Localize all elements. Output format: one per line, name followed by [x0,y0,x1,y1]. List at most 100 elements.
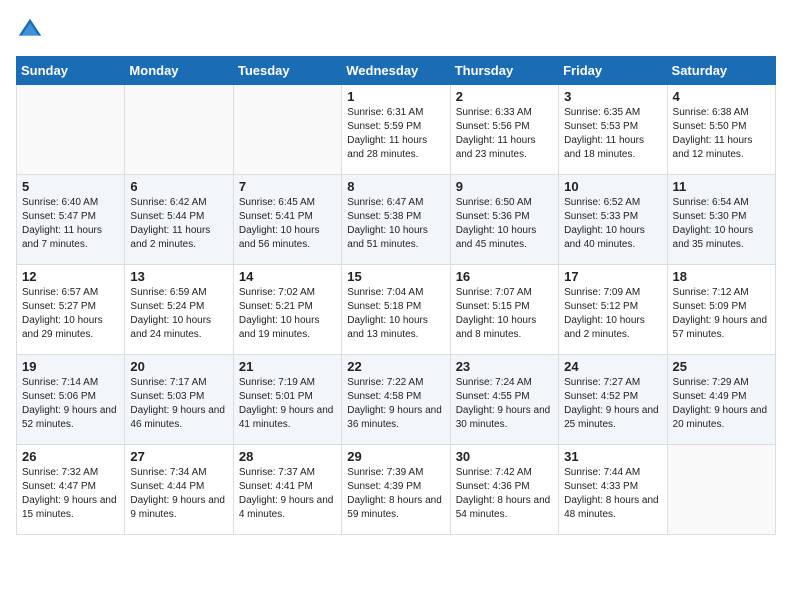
day-number: 3 [564,89,661,104]
calendar-cell: 27 Sunrise: 7:34 AM Sunset: 4:44 PM Dayli… [125,445,233,535]
day-info: Sunrise: 7:29 AM Sunset: 4:49 PM Dayligh… [673,376,770,432]
calendar-cell: 19 Sunrise: 7:14 AM Sunset: 5:06 PM Dayli… [17,355,125,445]
day-info: Sunrise: 6:38 AM Sunset: 5:50 PM Dayligh… [673,106,770,162]
calendar-cell: 21Sunrise: 7:19 AM Sunset: 5:01 PM Dayli… [233,355,341,445]
calendar-week-row: 1 Sunrise: 6:31 AM Sunset: 5:59 PM Daylig… [17,85,776,175]
day-number: 18 [673,269,770,284]
day-of-week-header: Friday [559,57,667,85]
day-number: 11 [673,179,770,194]
day-info: Sunrise: 6:40 AM Sunset: 5:47 PM Dayligh… [22,196,119,252]
calendar-cell: 23 Sunrise: 7:24 AM Sunset: 4:55 PM Dayli… [450,355,558,445]
day-number: 2 [456,89,553,104]
day-number: 15 [347,269,444,284]
day-info: Sunrise: 7:22 AM Sunset: 4:58 PM Dayligh… [347,376,444,432]
calendar-week-row: 26 Sunrise: 7:32 AM Sunset: 4:47 PM Dayli… [17,445,776,535]
day-number: 6 [130,179,227,194]
day-info: Sunrise: 7:32 AM Sunset: 4:47 PM Dayligh… [22,466,119,522]
day-number: 28 [239,449,336,464]
calendar-cell: 28 Sunrise: 7:37 AM Sunset: 4:41 PM Dayli… [233,445,341,535]
day-info: Sunrise: 7:24 AM Sunset: 4:55 PM Dayligh… [456,376,553,432]
day-number: 27 [130,449,227,464]
day-info: Sunrise: 6:59 AM Sunset: 5:24 PM Dayligh… [130,286,227,342]
calendar-cell: 7Sunrise: 6:45 AM Sunset: 5:41 PM Daylig… [233,175,341,265]
calendar-cell: 1 Sunrise: 6:31 AM Sunset: 5:59 PM Daylig… [342,85,450,175]
calendar-cell: 6 Sunrise: 6:42 AM Sunset: 5:44 PM Daylig… [125,175,233,265]
calendar-table: SundayMondayTuesdayWednesdayThursdayFrid… [16,56,776,535]
day-info: Sunrise: 7:34 AM Sunset: 4:44 PM Dayligh… [130,466,227,522]
calendar-cell: 11 Sunrise: 6:54 AM Sunset: 5:30 PM Dayli… [667,175,775,265]
day-of-week-header: Wednesday [342,57,450,85]
calendar-cell: 2 Sunrise: 6:33 AM Sunset: 5:56 PM Daylig… [450,85,558,175]
day-of-week-header: Sunday [17,57,125,85]
calendar-cell: 25 Sunrise: 7:29 AM Sunset: 4:49 PM Dayli… [667,355,775,445]
day-info: Sunrise: 7:14 AM Sunset: 5:06 PM Dayligh… [22,376,119,432]
day-number: 5 [22,179,119,194]
logo-icon [16,16,44,44]
day-info: Sunrise: 7:37 AM Sunset: 4:41 PM Dayligh… [239,466,336,522]
page-header [16,16,776,44]
day-number: 22 [347,359,444,374]
day-info: Sunrise: 7:12 AM Sunset: 5:09 PM Dayligh… [673,286,770,342]
day-info: Sunrise: 7:44 AM Sunset: 4:33 PM Dayligh… [564,466,661,522]
day-number: 13 [130,269,227,284]
calendar-cell: 26 Sunrise: 7:32 AM Sunset: 4:47 PM Dayli… [17,445,125,535]
day-number: 12 [22,269,119,284]
day-number: 25 [673,359,770,374]
calendar-cell: 14Sunrise: 7:02 AM Sunset: 5:21 PM Dayli… [233,265,341,355]
calendar-week-row: 5 Sunrise: 6:40 AM Sunset: 5:47 PM Daylig… [17,175,776,265]
day-info: Sunrise: 7:04 AM Sunset: 5:18 PM Dayligh… [347,286,444,342]
day-number: 29 [347,449,444,464]
day-number: 17 [564,269,661,284]
day-info: Sunrise: 6:33 AM Sunset: 5:56 PM Dayligh… [456,106,553,162]
calendar-cell: 22 Sunrise: 7:22 AM Sunset: 4:58 PM Dayli… [342,355,450,445]
calendar-cell: 18 Sunrise: 7:12 AM Sunset: 5:09 PM Dayli… [667,265,775,355]
day-number: 26 [22,449,119,464]
calendar-cell: 4Sunrise: 6:38 AM Sunset: 5:50 PM Daylig… [667,85,775,175]
calendar-cell: 10Sunrise: 6:52 AM Sunset: 5:33 PM Dayli… [559,175,667,265]
calendar-cell: 29 Sunrise: 7:39 AM Sunset: 4:39 PM Dayli… [342,445,450,535]
day-info: Sunrise: 7:39 AM Sunset: 4:39 PM Dayligh… [347,466,444,522]
day-info: Sunrise: 7:27 AM Sunset: 4:52 PM Dayligh… [564,376,661,432]
calendar-cell: 15 Sunrise: 7:04 AM Sunset: 5:18 PM Dayli… [342,265,450,355]
calendar-cell: 20 Sunrise: 7:17 AM Sunset: 5:03 PM Dayli… [125,355,233,445]
day-number: 16 [456,269,553,284]
calendar-cell: 13 Sunrise: 6:59 AM Sunset: 5:24 PM Dayli… [125,265,233,355]
day-number: 30 [456,449,553,464]
calendar-cell: 16 Sunrise: 7:07 AM Sunset: 5:15 PM Dayli… [450,265,558,355]
day-number: 19 [22,359,119,374]
logo [16,16,48,44]
calendar-cell: 31Sunrise: 7:44 AM Sunset: 4:33 PM Dayli… [559,445,667,535]
day-of-week-header: Thursday [450,57,558,85]
day-of-week-header: Saturday [667,57,775,85]
day-info: Sunrise: 7:19 AM Sunset: 5:01 PM Dayligh… [239,376,336,432]
day-info: Sunrise: 6:42 AM Sunset: 5:44 PM Dayligh… [130,196,227,252]
day-number: 9 [456,179,553,194]
calendar-cell [233,85,341,175]
calendar-header-row: SundayMondayTuesdayWednesdayThursdayFrid… [17,57,776,85]
day-number: 10 [564,179,661,194]
day-info: Sunrise: 6:57 AM Sunset: 5:27 PM Dayligh… [22,286,119,342]
day-number: 20 [130,359,227,374]
calendar-cell [667,445,775,535]
day-number: 23 [456,359,553,374]
day-info: Sunrise: 7:02 AM Sunset: 5:21 PM Dayligh… [239,286,336,342]
day-number: 1 [347,89,444,104]
day-info: Sunrise: 6:54 AM Sunset: 5:30 PM Dayligh… [673,196,770,252]
day-info: Sunrise: 7:17 AM Sunset: 5:03 PM Dayligh… [130,376,227,432]
day-info: Sunrise: 6:47 AM Sunset: 5:38 PM Dayligh… [347,196,444,252]
calendar-cell: 24Sunrise: 7:27 AM Sunset: 4:52 PM Dayli… [559,355,667,445]
day-info: Sunrise: 6:35 AM Sunset: 5:53 PM Dayligh… [564,106,661,162]
calendar-cell: 8Sunrise: 6:47 AM Sunset: 5:38 PM Daylig… [342,175,450,265]
day-number: 7 [239,179,336,194]
day-info: Sunrise: 7:07 AM Sunset: 5:15 PM Dayligh… [456,286,553,342]
calendar-cell [125,85,233,175]
day-info: Sunrise: 6:50 AM Sunset: 5:36 PM Dayligh… [456,196,553,252]
calendar-cell: 5 Sunrise: 6:40 AM Sunset: 5:47 PM Daylig… [17,175,125,265]
calendar-cell: 30 Sunrise: 7:42 AM Sunset: 4:36 PM Dayli… [450,445,558,535]
day-of-week-header: Tuesday [233,57,341,85]
calendar-cell [17,85,125,175]
calendar-week-row: 12 Sunrise: 6:57 AM Sunset: 5:27 PM Dayli… [17,265,776,355]
calendar-cell: 17Sunrise: 7:09 AM Sunset: 5:12 PM Dayli… [559,265,667,355]
day-info: Sunrise: 6:31 AM Sunset: 5:59 PM Dayligh… [347,106,444,162]
day-info: Sunrise: 7:42 AM Sunset: 4:36 PM Dayligh… [456,466,553,522]
